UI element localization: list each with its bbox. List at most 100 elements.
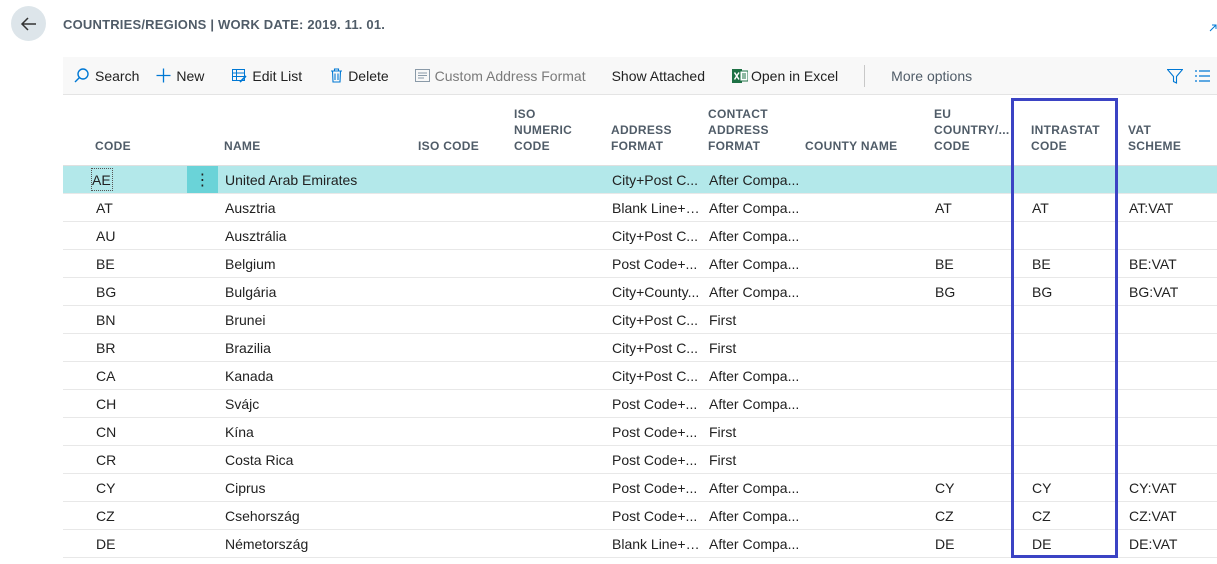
cell-eu-country-code: CZ [935, 508, 954, 524]
cell-iso-code [418, 250, 508, 277]
arrow-left-icon [20, 16, 36, 31]
table-row[interactable]: AE ⋮ United Arab Emirates City+Post C... Aft… [63, 166, 1217, 194]
toolbar-divider [864, 64, 866, 87]
cell-contact-address-format: First [709, 312, 737, 328]
cell-eu-country-code: BG [935, 284, 956, 300]
page-header: COUNTRIES/REGIONS | WORK DATE: 2019. 11.… [0, 0, 1217, 55]
col-header-name[interactable]: NAME [224, 138, 261, 154]
table-row[interactable]: BN Brunei City+Post C... First [63, 306, 1217, 334]
cell-eu-country-code [935, 222, 1025, 249]
col-header-iso-numeric-code[interactable]: ISO NUMERIC CODE [514, 106, 572, 154]
cell-name: Belgium [225, 256, 276, 272]
cell-code[interactable]: BG [96, 278, 176, 305]
cell-name: Ausztrália [225, 228, 287, 244]
filter-icon[interactable] [1167, 68, 1183, 84]
row-actions-icon[interactable]: ⋮ [187, 166, 218, 193]
cell-code[interactable]: BN [96, 306, 176, 333]
cell-county-name [805, 306, 925, 333]
expand-icon[interactable] [1209, 24, 1217, 32]
cell-iso-numeric-code [514, 222, 604, 249]
cell-code[interactable]: AU [96, 222, 176, 249]
cell-code[interactable]: BE [96, 250, 176, 277]
table-row[interactable]: CA Kanada City+Post C... After Compa... [63, 362, 1217, 390]
edit-list-label: Edit List [252, 67, 303, 84]
cell-address-format: Blank Line+P... [612, 536, 702, 552]
cell-code[interactable]: CA [96, 362, 176, 389]
cell-eu-country-code [935, 166, 1025, 193]
col-header-intrastat-code[interactable]: INTRASTAT CODE [1031, 122, 1100, 154]
cell-vat-scheme: BG:VAT [1129, 284, 1179, 300]
new-label: New [176, 67, 205, 84]
open-in-excel-label: Open in Excel [751, 67, 839, 84]
col-header-iso-code[interactable]: ISO CODE [418, 138, 479, 154]
cell-county-name [805, 418, 925, 445]
cell-code[interactable]: CH [96, 390, 176, 417]
cell-vat-scheme: DE:VAT [1129, 536, 1178, 552]
more-options-button[interactable]: More options [891, 57, 972, 95]
cell-county-name [805, 278, 925, 305]
cell-iso-code [418, 502, 508, 529]
table-row[interactable]: AT Ausztria Blank Line+P... After Compa... A… [63, 194, 1217, 222]
edit-list-button[interactable]: Edit List [232, 57, 302, 95]
cell-county-name [805, 222, 925, 249]
cell-name: Ciprus [225, 480, 266, 496]
delete-button[interactable]: Delete [330, 57, 389, 95]
table-row[interactable]: BR Brazilia City+Post C... First [63, 334, 1217, 362]
custom-address-format-button[interactable]: Custom Address Format [414, 57, 586, 95]
show-attached-button[interactable]: Show Attached [612, 57, 705, 95]
cell-code[interactable]: AT [96, 194, 176, 221]
cell-vat-scheme [1129, 306, 1215, 333]
cell-intrastat-code: DE [1032, 536, 1052, 552]
cell-address-format: City+Post C... [612, 172, 698, 188]
table-row[interactable]: DE Németország Blank Line+P... After Compa.… [63, 530, 1217, 558]
open-in-excel-button[interactable]: Open in Excel [732, 57, 838, 95]
table-row[interactable]: CR Costa Rica Post Code+... First [63, 446, 1217, 474]
cell-contact-address-format: After Compa... [709, 284, 800, 300]
table-row[interactable]: BG Bulgária City+County... After Compa... BG… [63, 278, 1217, 306]
cell-eu-country-code: DE [935, 536, 955, 552]
cell-address-format: City+County... [612, 284, 700, 300]
search-button[interactable]: Search [73, 57, 139, 95]
cell-code[interactable]: CR [96, 446, 176, 473]
cell-iso-numeric-code [514, 502, 604, 529]
cell-code[interactable]: AE [91, 168, 113, 191]
new-button[interactable]: New [156, 57, 204, 95]
cell-eu-country-code [935, 306, 1025, 333]
cell-vat-scheme: CZ:VAT [1129, 508, 1177, 524]
cell-intrastat-code [1032, 222, 1112, 249]
cell-iso-numeric-code [514, 166, 604, 193]
cell-county-name [805, 390, 925, 417]
cell-code[interactable]: CN [96, 418, 176, 445]
col-header-eu-country-code[interactable]: EU COUNTRY/... CODE [934, 106, 1010, 154]
cell-eu-country-code: CY [935, 480, 955, 496]
list-view-icon[interactable] [1195, 70, 1210, 82]
cell-intrastat-code [1032, 390, 1112, 417]
cell-iso-numeric-code [514, 474, 604, 501]
cell-vat-scheme [1129, 390, 1215, 417]
cell-address-format: City+Post C... [612, 340, 698, 356]
table-row[interactable]: BE Belgium Post Code+... After Compa... BE BE… [63, 250, 1217, 278]
grid-body: AE ⋮ United Arab Emirates City+Post C... Aft… [63, 166, 1217, 558]
col-header-vat-scheme[interactable]: VAT SCHEME [1128, 122, 1181, 154]
cell-code[interactable]: CZ [96, 502, 176, 529]
col-header-address-format[interactable]: ADDRESS FORMAT [611, 122, 672, 154]
table-row[interactable]: CZ Csehország Post Code+... After Compa... C… [63, 502, 1217, 530]
col-header-contact-address-format[interactable]: CONTACT ADDRESS FORMAT [708, 106, 769, 154]
cell-iso-code [418, 530, 508, 557]
cell-code[interactable]: BR [96, 334, 176, 361]
table-row[interactable]: CN Kína Post Code+... First [63, 418, 1217, 446]
cell-vat-scheme [1129, 446, 1215, 473]
table-row[interactable]: CH Svájc Post Code+... After Compa... [63, 390, 1217, 418]
table-row[interactable]: AU Ausztrália City+Post C... After Compa... [63, 222, 1217, 250]
cell-county-name [805, 362, 925, 389]
back-button[interactable] [11, 6, 46, 41]
trash-icon [330, 68, 343, 83]
cell-vat-scheme [1129, 418, 1215, 445]
col-header-code[interactable]: CODE [95, 138, 131, 154]
cell-vat-scheme: CY:VAT [1129, 480, 1177, 496]
cell-code[interactable]: CY [96, 474, 176, 501]
cell-name: Csehország [225, 508, 300, 524]
cell-code[interactable]: DE [96, 530, 176, 557]
table-row[interactable]: CY Ciprus Post Code+... After Compa... CY CY C… [63, 474, 1217, 502]
col-header-county-name[interactable]: COUNTY NAME [805, 138, 897, 154]
